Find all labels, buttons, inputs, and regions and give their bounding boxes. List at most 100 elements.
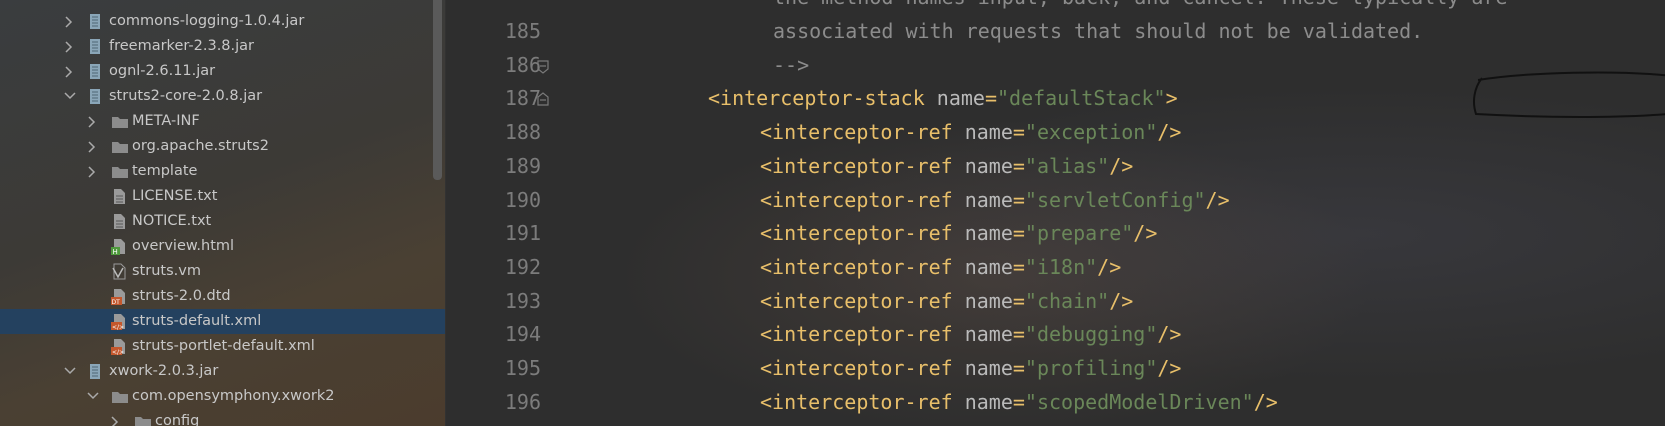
- tree-item[interactable]: Hoverview.html: [0, 234, 445, 259]
- tree-item[interactable]: config: [0, 409, 445, 426]
- chevron-right-icon[interactable]: [87, 109, 99, 134]
- tree-item-label: overview.html: [132, 238, 235, 254]
- xml-attribute: name: [952, 187, 1013, 212]
- line-number: 192: [504, 254, 541, 279]
- code-line[interactable]: <interceptor-ref name="i18n"/>: [760, 250, 1121, 284]
- xml-attribute: name: [952, 221, 1013, 246]
- chevron-down-icon[interactable]: [87, 384, 99, 409]
- chevron-right-icon[interactable]: [64, 34, 76, 59]
- xml-attribute: name: [924, 86, 985, 111]
- line-number: 193: [504, 288, 541, 313]
- xml-attribute: name: [952, 153, 1013, 178]
- line-number: 195: [504, 356, 541, 380]
- xml-attribute-value: "scopedModelDriven": [1024, 389, 1254, 414]
- code-line[interactable]: the method names input, back, and cancel…: [773, 0, 1508, 14]
- tree-item-label: META-INF: [132, 113, 200, 129]
- tree-item-label: LICENSE.txt: [132, 188, 218, 204]
- tree-item[interactable]: commons-logging-1.0.4.jar: [0, 9, 445, 34]
- xml-equals: =: [1012, 221, 1025, 246]
- tree-item[interactable]: META-INF: [0, 109, 445, 134]
- tree-item-label: freemarker-2.3.8.jar: [109, 38, 255, 54]
- tree-item[interactable]: </> struts-default.xml: [0, 309, 445, 334]
- xml-equals: =: [1012, 322, 1025, 347]
- tree-item-label: NOTICE.txt: [132, 213, 212, 229]
- xml-attribute-value: "alias": [1024, 153, 1110, 178]
- xml-tag: <interceptor-stack: [708, 86, 925, 111]
- tree-item-label: config: [155, 413, 200, 426]
- xml-file-icon: </>: [111, 338, 127, 356]
- xml-tag: <interceptor-ref: [760, 153, 953, 178]
- xml-tag-close: />: [1109, 153, 1134, 178]
- chevron-down-icon[interactable]: [64, 84, 76, 109]
- jar-icon: [88, 38, 104, 55]
- line-number: 185: [504, 19, 541, 43]
- line-number: 194: [504, 322, 541, 347]
- tree-item[interactable]: NOTICE.txt: [0, 209, 445, 234]
- xml-attribute-value: "chain": [1024, 288, 1110, 313]
- tree-item[interactable]: com.opensymphony.xwork2: [0, 384, 445, 409]
- tree-item-label: struts.vm: [132, 263, 201, 279]
- chevron-right-icon[interactable]: [64, 9, 76, 34]
- xml-attribute-value: "i18n": [1024, 254, 1098, 279]
- code-line[interactable]: <interceptor-ref name="exception"/>: [760, 115, 1181, 149]
- xml-tag-close: />: [1133, 221, 1158, 246]
- xml-tag-close: />: [1253, 389, 1278, 414]
- tree-item[interactable]: </> struts-portlet-default.xml: [0, 334, 445, 359]
- code-line[interactable]: associated with requests that should not…: [773, 14, 1423, 48]
- code-line[interactable]: <interceptor-ref name="scopedModelDriven…: [760, 385, 1278, 419]
- chevron-right-icon[interactable]: [64, 59, 76, 84]
- xml-tag-close: />: [1097, 254, 1122, 279]
- code-line[interactable]: <interceptor-stack name="defaultStack">: [708, 81, 1178, 115]
- xml-tag: <interceptor-ref: [760, 389, 953, 414]
- tree-item[interactable]: freemarker-2.3.8.jar: [0, 34, 445, 59]
- tree-item[interactable]: DT struts-2.0.dtd: [0, 284, 445, 309]
- tree-item[interactable]: LICENSE.txt: [0, 184, 445, 209]
- xml-equals: =: [1012, 187, 1025, 212]
- chevron-right-icon[interactable]: [110, 409, 122, 426]
- line-number: 188: [504, 120, 541, 145]
- line-number: 186: [504, 52, 541, 77]
- jar-icon: [88, 88, 104, 105]
- dtd-file-icon: DT: [111, 288, 127, 306]
- xml-attribute: name: [952, 322, 1013, 347]
- code-line[interactable]: <interceptor-ref name="profiling"/>: [760, 351, 1181, 385]
- chevron-right-icon[interactable]: [87, 159, 99, 184]
- code-line[interactable]: <interceptor-ref name="chain"/>: [760, 284, 1133, 318]
- tree-item[interactable]: struts.vm: [0, 259, 445, 284]
- xml-equals: =: [1012, 153, 1025, 178]
- text-file-icon: [111, 213, 127, 230]
- tree-item-label: struts-default.xml: [132, 313, 262, 329]
- tree-item-label: xwork-2.0.3.jar: [109, 363, 219, 379]
- tree-item-label: ognl-2.6.11.jar: [109, 63, 216, 79]
- xml-equals: =: [1012, 389, 1025, 414]
- tree-item[interactable]: org.apache.struts2: [0, 134, 445, 159]
- tree-item-label: struts2-core-2.0.8.jar: [109, 88, 263, 104]
- xml-tag-close: />: [1205, 187, 1230, 212]
- line-number: 191: [504, 221, 541, 246]
- jar-icon: [88, 63, 104, 80]
- code-line[interactable]: <interceptor-ref name="debugging"/>: [760, 317, 1181, 351]
- code-line[interactable]: <interceptor-ref name="prepare"/>: [760, 216, 1157, 250]
- xml-equals: =: [1012, 120, 1025, 145]
- svg-text:</>: </>: [112, 349, 124, 355]
- project-tree[interactable]: commons-logging-1.0.4.jar freemarker-2.3.…: [0, 0, 445, 426]
- tree-item[interactable]: ognl-2.6.11.jar: [0, 59, 445, 84]
- folder-icon: [111, 138, 128, 155]
- chevron-right-icon[interactable]: [87, 134, 99, 159]
- tree-item[interactable]: template: [0, 159, 445, 184]
- chevron-down-icon[interactable]: [64, 359, 76, 384]
- tree-scrollbar[interactable]: [433, 0, 442, 180]
- xml-file-icon: </>: [111, 313, 127, 331]
- code-editor[interactable]: 185 186 187 188 189 190 191 192 193 194 195 196 the…: [446, 0, 1665, 426]
- xml-tag-close: />: [1157, 356, 1182, 380]
- tree-item[interactable]: struts2-core-2.0.8.jar: [0, 84, 445, 109]
- tree-item[interactable]: xwork-2.0.3.jar: [0, 359, 445, 384]
- code-line[interactable]: <interceptor-ref name="servletConfig"/>: [760, 183, 1230, 217]
- line-gutter: 185 186 187 188 189 190 191 192 193 194 195 196: [446, 0, 549, 426]
- svg-text:DT: DT: [112, 299, 121, 305]
- code-line[interactable]: <interceptor-ref name="alias"/>: [760, 149, 1133, 183]
- folder-icon: [111, 163, 128, 180]
- xml-attribute: name: [952, 288, 1013, 313]
- code-line[interactable]: -->: [773, 48, 809, 82]
- xml-tag: <interceptor-ref: [760, 221, 953, 246]
